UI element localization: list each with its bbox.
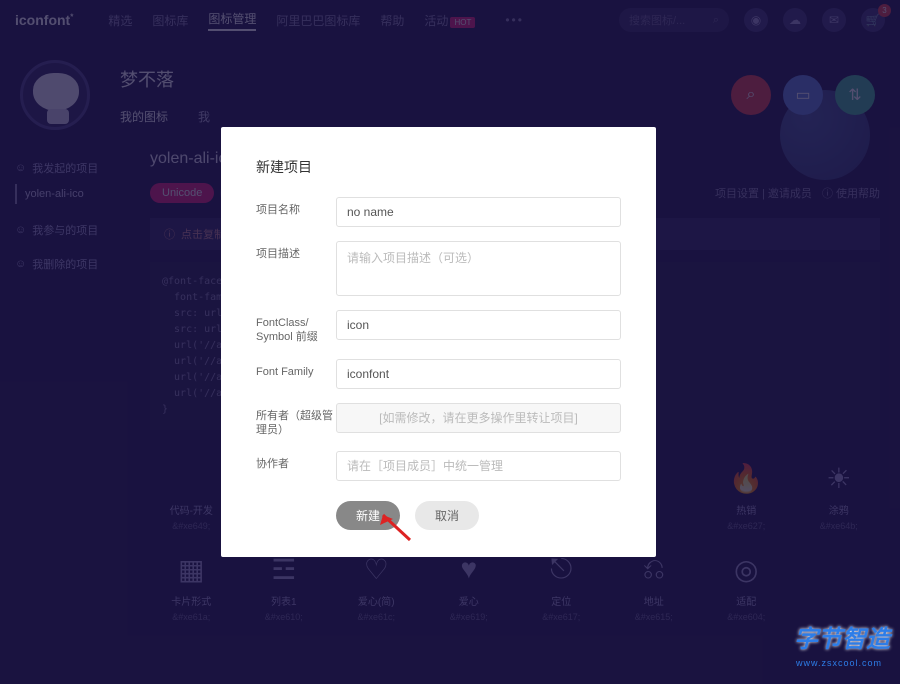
input-prefix[interactable] [336, 310, 621, 340]
watermark-url: www.zsxcool.com [796, 658, 882, 668]
label-owner: 所有者（超级管理员） [256, 403, 336, 438]
label-name: 项目名称 [256, 197, 336, 217]
modal-title: 新建项目 [256, 157, 621, 177]
input-family[interactable] [336, 359, 621, 389]
input-owner [336, 403, 621, 433]
label-desc: 项目描述 [256, 241, 336, 261]
create-button[interactable]: 新建 [336, 501, 400, 530]
label-collab: 协作者 [256, 451, 336, 471]
create-project-modal: 新建项目 项目名称 项目描述 FontClass/ Symbol 前缀 Font… [221, 127, 656, 557]
input-collab[interactable] [336, 451, 621, 481]
cancel-button[interactable]: 取消 [415, 501, 479, 530]
watermark: 字节智造 [794, 619, 890, 654]
input-desc[interactable] [336, 241, 621, 296]
label-prefix: FontClass/ Symbol 前缀 [256, 310, 336, 345]
label-family: Font Family [256, 359, 336, 379]
input-name[interactable] [336, 197, 621, 227]
